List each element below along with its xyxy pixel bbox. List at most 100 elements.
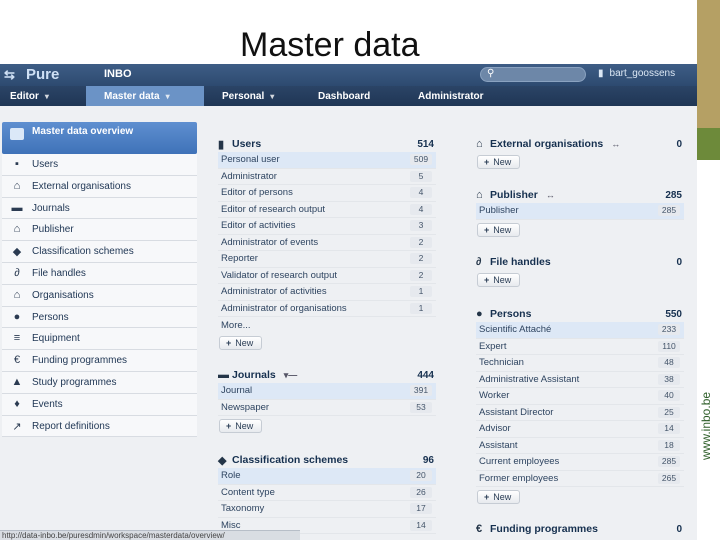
- item-label: Scientific Attaché: [479, 324, 552, 336]
- list-item[interactable]: Reporter 2: [218, 251, 436, 268]
- panel-count: 444: [417, 369, 434, 381]
- sidebar-item-label: Classification schemes: [32, 246, 134, 258]
- sidebar-item-events[interactable]: ♦ Events: [2, 393, 197, 416]
- sidebar: Master data overview ▪ Users ⌂ External org…: [2, 122, 197, 438]
- filehandles-header[interactable]: ∂ File handles 0: [476, 254, 684, 270]
- sort-icon[interactable]: ↔: [611, 139, 620, 149]
- user-icon: ▪: [15, 158, 19, 170]
- sidebar-item-organisations[interactable]: ⌂ Organisations: [2, 284, 197, 307]
- sidebar-item-equipment[interactable]: ≡ Equipment: [2, 328, 197, 351]
- sort-icon[interactable]: ↔: [546, 190, 555, 200]
- item-label: Expert: [479, 340, 507, 352]
- list-item[interactable]: Scientific Attaché 233: [476, 322, 684, 339]
- new-filehandle-button[interactable]: + New: [477, 273, 521, 287]
- list-item[interactable]: Editor of research output 4: [218, 202, 436, 218]
- item-count: 18: [658, 439, 680, 451]
- publisher-header[interactable]: ⌂ Publisher ↔ 285: [476, 187, 684, 203]
- sidebar-item-funding-programmes[interactable]: € Funding programmes: [2, 350, 197, 372]
- nav-label: Editor: [10, 91, 39, 102]
- persons-rows: Scientific Attaché 233 Expert 110 Technician…: [476, 322, 684, 487]
- list-item[interactable]: Expert 110: [476, 339, 684, 355]
- sidebar-item-persons[interactable]: ● Persons: [2, 306, 197, 329]
- sidebar-item-file-handles[interactable]: ∂ File handles: [2, 262, 197, 285]
- journals-header[interactable]: ▬ Journals ▾— 444: [218, 367, 436, 383]
- list-item[interactable]: Role 20: [218, 468, 436, 485]
- list-item[interactable]: Validator of research output 2: [218, 268, 436, 284]
- person-icon: ●: [13, 310, 21, 323]
- item-label: Administrator of organisations: [221, 302, 347, 314]
- sidebar-head[interactable]: Master data overview: [2, 122, 197, 154]
- sort-icon[interactable]: ▾—: [284, 370, 298, 381]
- sidebar-item-journals[interactable]: ▬ Journals: [2, 197, 197, 220]
- list-item[interactable]: Administrator 5: [218, 169, 436, 185]
- item-label: Administrator: [221, 170, 277, 182]
- classification-panel: ◆ Classification schemes 96 Role 20 Content …: [218, 452, 436, 534]
- item-label: Personal user: [221, 154, 280, 166]
- nav-editor[interactable]: Editor ▾: [0, 86, 86, 106]
- funding-header[interactable]: € Funding programmes 0: [476, 521, 684, 537]
- item-label: Publisher: [479, 205, 519, 217]
- new-user-button[interactable]: + New: [219, 336, 263, 350]
- list-item[interactable]: Assistant Director 25: [476, 405, 684, 421]
- nav-dashboard[interactable]: Dashboard: [302, 86, 402, 106]
- list-item[interactable]: Editor of activities 3: [218, 218, 436, 235]
- list-item[interactable]: Publisher 285: [476, 203, 684, 220]
- item-label: Advisor: [479, 423, 511, 435]
- list-item[interactable]: Technician 48: [476, 355, 684, 372]
- users-header[interactable]: ▮ Users 514: [218, 136, 436, 152]
- list-item[interactable]: Editor of persons 4: [218, 185, 436, 202]
- persons-header[interactable]: ● Persons 550: [476, 306, 684, 322]
- item-count: 285: [658, 205, 680, 217]
- more-link[interactable]: More...: [218, 317, 436, 333]
- persons-panel: ● Persons 550 Scientific Attaché 233 Expert 1…: [476, 306, 684, 505]
- nav-personal[interactable]: Personal ▾: [204, 86, 302, 106]
- sidebar-item-classification-schemes[interactable]: ◆ Classification schemes: [2, 241, 197, 263]
- book-icon: ▬: [11, 201, 23, 214]
- list-item[interactable]: Current employees 285: [476, 454, 684, 471]
- user-menu[interactable]: ▮ bart_goossens: [598, 68, 675, 79]
- list-item[interactable]: Administrative Assistant 38: [476, 372, 684, 388]
- list-item[interactable]: Administrator of activities 1: [218, 284, 436, 301]
- panel-title: Journals: [232, 369, 276, 381]
- graduation-icon: ▲: [11, 375, 23, 388]
- list-item[interactable]: Content type 26: [218, 485, 436, 501]
- item-label: Editor of activities: [221, 220, 296, 232]
- new-person-button[interactable]: + New: [477, 490, 521, 504]
- external-header[interactable]: ⌂ External organisations ↔ 0: [476, 136, 684, 152]
- list-item[interactable]: Taxonomy 17: [218, 501, 436, 518]
- item-count: 26: [410, 486, 432, 498]
- sidebar-item-external-organisations[interactable]: ⌂ External organisations: [2, 175, 197, 198]
- list-item[interactable]: Newspaper 53: [218, 400, 436, 416]
- item-label: Administrative Assistant: [479, 373, 580, 385]
- sidebar-item-publisher[interactable]: ⌂ Publisher: [2, 219, 197, 242]
- list-item[interactable]: Assistant 18: [476, 438, 684, 454]
- sidebar-item-users[interactable]: ▪ Users: [2, 154, 197, 176]
- nav-label: Administrator: [418, 91, 484, 102]
- classification-header[interactable]: ◆ Classification schemes 96: [218, 452, 436, 468]
- search-input[interactable]: ⚲: [480, 67, 586, 82]
- list-item[interactable]: Administrator of organisations 1: [218, 301, 436, 317]
- list-item[interactable]: Journal 391: [218, 383, 436, 400]
- list-item[interactable]: Personal user 509: [218, 152, 436, 169]
- paperclip-icon: ∂: [14, 266, 20, 279]
- new-journal-button[interactable]: + New: [219, 419, 263, 433]
- list-item[interactable]: Administrator of events 2: [218, 235, 436, 251]
- item-label: Administrator of events: [221, 236, 319, 248]
- search-icon: ⚲: [487, 68, 495, 79]
- panel-count: 514: [417, 138, 434, 150]
- organisation-icon: ⌂: [13, 288, 21, 301]
- list-item[interactable]: Advisor 14: [476, 421, 684, 438]
- panel-count: 96: [422, 454, 434, 466]
- nav-master-data[interactable]: Master data ▾: [86, 86, 204, 106]
- panel-count: 0: [676, 523, 682, 535]
- item-count: 2: [410, 253, 432, 265]
- new-external-button[interactable]: + New: [477, 155, 521, 169]
- new-publisher-button[interactable]: + New: [477, 222, 521, 237]
- list-item[interactable]: Worker 40: [476, 388, 684, 405]
- sidebar-item-report-definitions[interactable]: ↗ Report definitions: [2, 415, 197, 438]
- sidebar-item-study-programmes[interactable]: ▲ Study programmes: [2, 371, 197, 394]
- nav-administrator[interactable]: Administrator: [402, 86, 494, 106]
- pure-logo[interactable]: ⇆ Pure: [4, 66, 59, 83]
- item-count: 233: [658, 324, 680, 336]
- list-item[interactable]: Former employees 265: [476, 471, 684, 487]
